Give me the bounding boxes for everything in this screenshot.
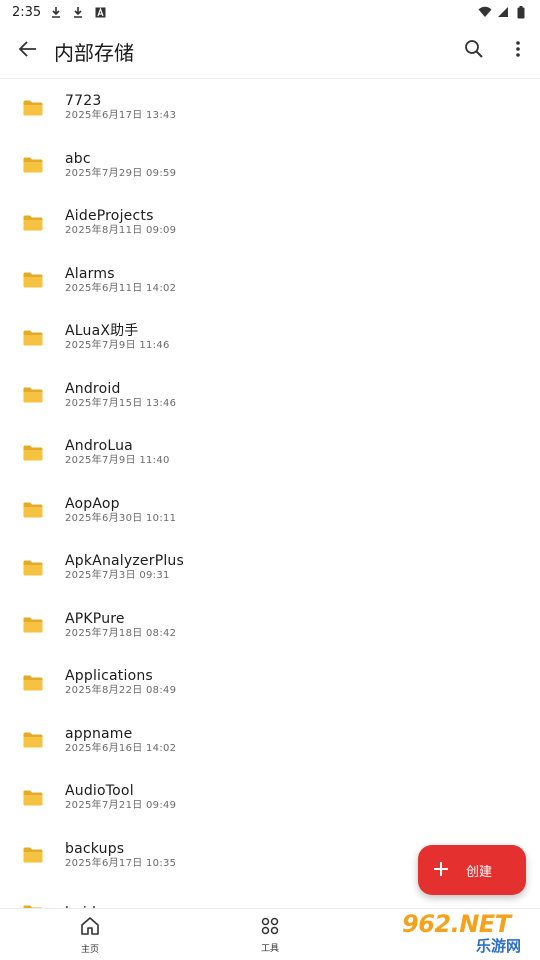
file-name: Alarms [65,265,115,282]
file-list-item[interactable]: AideProjects 2025年8月11日 09:09 [0,194,540,252]
folder-icon [23,445,43,461]
create-button[interactable]: 创建 [418,845,526,895]
file-name: AideProjects [65,208,154,225]
search-button[interactable] [452,24,496,78]
notification-a-icon [93,5,107,19]
file-list-item[interactable]: ApkAnalyzerPlus 2025年7月3日 09:31 [0,539,540,597]
plus-icon [434,861,448,880]
file-name: APKPure [65,610,125,627]
file-name: Android [65,380,121,397]
file-date: 2025年6月16日 14:02 [65,742,177,754]
file-date: 2025年8月11日 09:09 [65,225,177,237]
status-bar: 2:35 [0,0,540,24]
back-arrow-icon [18,39,38,63]
file-list-item[interactable]: AudioTool 2025年7月21日 09:49 [0,769,540,827]
more-vert-icon [515,40,521,62]
file-date: 2025年6月17日 13:43 [65,110,177,122]
search-icon [464,39,484,63]
wifi-icon [478,5,492,19]
folder-icon [23,617,43,633]
page-title: 内部存储 [54,40,134,65]
back-button[interactable] [0,24,56,78]
folder-icon [23,560,43,576]
folder-icon [23,502,43,518]
folder-icon [23,387,43,403]
file-name: backups [65,840,125,857]
nav-item-tools[interactable]: 工具 [180,909,360,960]
file-name: AopAop [65,495,120,512]
file-name: AudioTool [65,783,134,800]
file-name: Applications [65,668,153,685]
file-list-item[interactable]: abc 2025年7月29日 09:59 [0,137,540,195]
folder-icon [23,272,43,288]
watermark-logo: 962.NET 乐游网 [400,910,540,958]
create-button-label: 创建 [466,864,493,880]
file-name: ApkAnalyzerPlus [65,553,184,570]
folder-icon [23,732,43,748]
file-date: 2025年7月29日 09:59 [65,167,177,179]
battery-icon [514,5,528,19]
file-date: 2025年6月17日 10:35 [65,857,177,869]
file-list-item[interactable]: AopAop 2025年6月30日 10:11 [0,482,540,540]
file-list-item[interactable]: appname 2025年6月16日 14:02 [0,712,540,770]
folder-icon [23,215,43,231]
file-list-item[interactable]: APKPure 2025年7月18日 08:42 [0,597,540,655]
tools-grid-icon [261,917,279,939]
file-date: 2025年6月30日 10:11 [65,512,177,524]
more-options-button[interactable] [496,24,540,78]
folder-icon [23,330,43,346]
file-list-item[interactable]: Android 2025年7月15日 13:46 [0,367,540,425]
folder-icon [23,847,43,863]
file-name: appname [65,725,133,742]
file-list-item[interactable]: ALuaX助手 2025年7月9日 11:46 [0,309,540,367]
folder-icon [23,157,43,173]
watermark-sub: 乐游网 [476,937,522,955]
home-icon [79,916,101,940]
file-date: 2025年8月22日 08:49 [65,685,177,697]
status-time: 2:35 [12,4,42,20]
file-list: 7723 2025年6月17日 13:43 abc 2025年7月29日 09:… [0,78,540,908]
folder-icon [23,675,43,691]
watermark-main: 962.NET [402,910,511,938]
file-date: 2025年7月18日 08:42 [65,627,177,639]
file-date: 2025年7月9日 11:40 [65,455,170,467]
file-date: 2025年7月21日 09:49 [65,800,177,812]
file-list-item[interactable]: Alarms 2025年6月11日 14:02 [0,252,540,310]
file-list-item[interactable]: AndroLua 2025年7月9日 11:40 [0,424,540,482]
signal-icon [496,5,510,19]
file-name: 7723 [65,93,102,110]
nav-item-home[interactable]: 主页 [0,909,180,960]
nav-label-home: 主页 [80,945,99,955]
nav-label-tools: 工具 [260,944,279,954]
file-list-item[interactable]: Applications 2025年8月22日 08:49 [0,654,540,712]
file-date: 2025年7月9日 11:46 [65,340,170,352]
folder-icon [23,100,43,116]
file-date: 2025年7月3日 09:31 [65,570,170,582]
file-name: ALuaX助手 [65,323,139,340]
download-icon [49,5,63,19]
file-list-item[interactable]: 7723 2025年6月17日 13:43 [0,79,540,137]
file-date: 2025年6月11日 14:02 [65,282,177,294]
file-name: AndroLua [65,438,133,455]
folder-icon [23,790,43,806]
file-date: 2025年7月15日 13:46 [65,397,177,409]
app-bar: 内部存储 [0,24,540,78]
download-icon [71,5,85,19]
file-name: abc [65,150,91,167]
